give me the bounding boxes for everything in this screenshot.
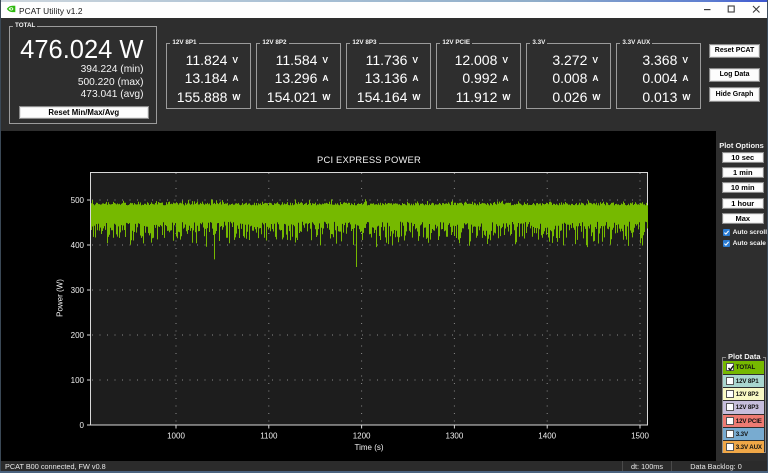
svg-text:1000: 1000 [167,431,185,440]
svg-text:400: 400 [71,241,85,250]
svg-text:100: 100 [71,376,85,385]
svg-text:Time (s): Time (s) [354,443,383,452]
svg-text:500: 500 [71,196,85,205]
svg-text:200: 200 [71,331,85,340]
svg-text:1100: 1100 [260,431,278,440]
svg-text:300: 300 [71,286,85,295]
svg-text:1300: 1300 [446,431,464,440]
svg-text:0: 0 [80,421,85,430]
svg-text:1200: 1200 [353,431,371,440]
svg-text:1400: 1400 [538,431,556,440]
svg-text:Power (W): Power (W) [56,279,65,317]
svg-text:1500: 1500 [631,431,649,440]
